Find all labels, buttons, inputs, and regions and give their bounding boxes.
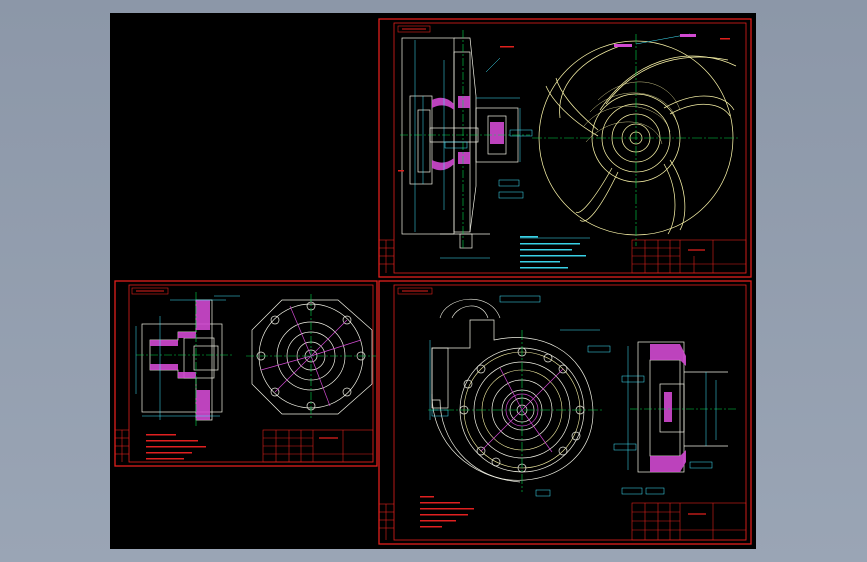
sheet-pump-cover bbox=[114, 280, 378, 467]
drawing-sheets bbox=[114, 18, 752, 545]
cad-drawing-canvas bbox=[110, 13, 756, 549]
sheet-pump-casing bbox=[378, 280, 752, 545]
sheet-impeller bbox=[378, 18, 752, 278]
